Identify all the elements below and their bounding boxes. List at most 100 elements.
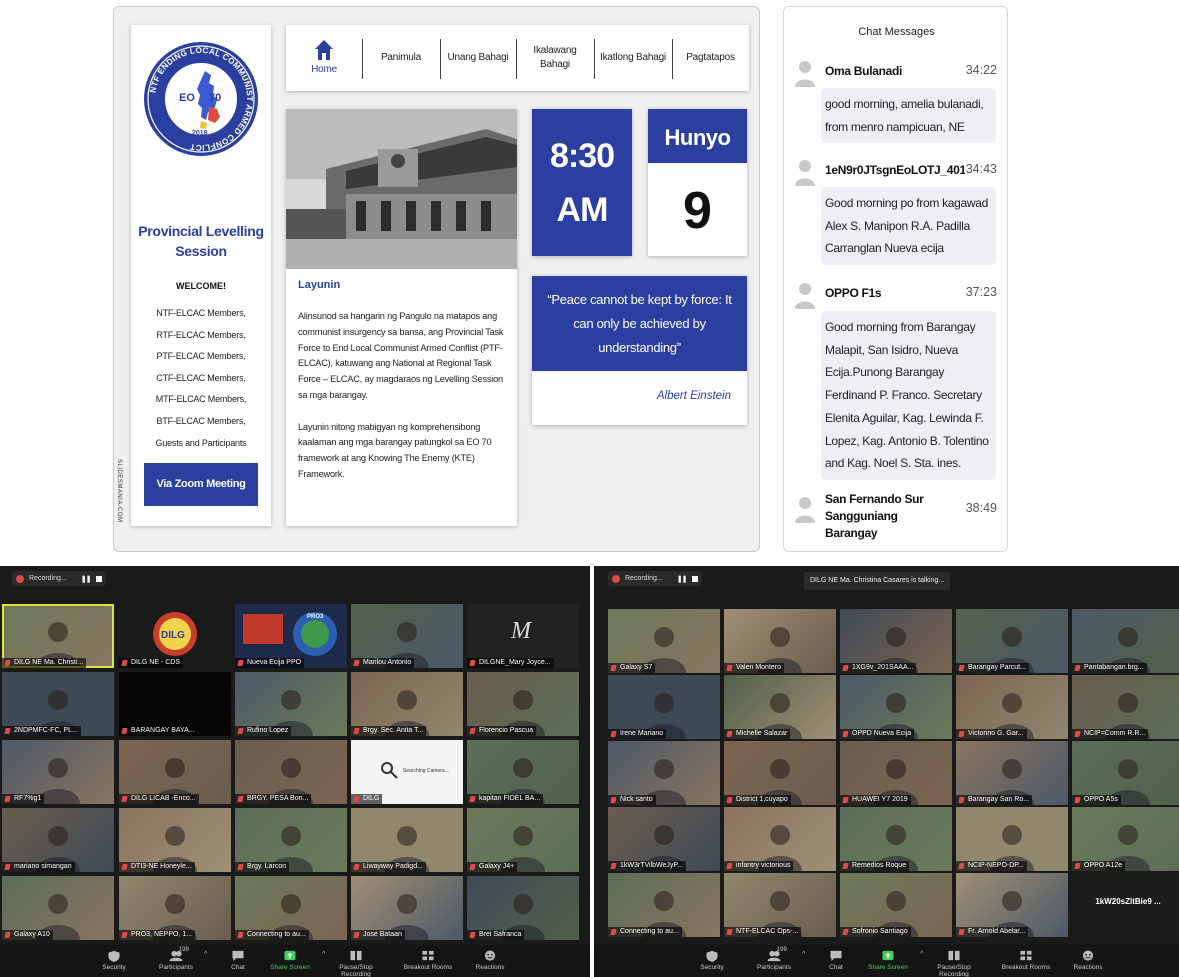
participant-video-tile[interactable]: Rufino Lopez bbox=[235, 672, 347, 736]
participant-video-tile[interactable]: Connecting to au... bbox=[608, 873, 720, 937]
participant-video-tile[interactable]: Connecting to au... bbox=[235, 876, 347, 940]
participant-name: District 1,cuyapo bbox=[724, 795, 791, 805]
security-button[interactable]: Security bbox=[684, 945, 740, 977]
participant-video-tile[interactable]: DILG LICAB -Enco... bbox=[119, 740, 231, 804]
participant-video-tile[interactable]: HUAWEI Y7 2019 bbox=[840, 741, 952, 805]
nav-panimula[interactable]: Panimula bbox=[362, 25, 440, 91]
member-line: PTF-ELCAC Members, bbox=[156, 351, 246, 362]
stop-recording-icon[interactable] bbox=[692, 575, 699, 582]
security-icon bbox=[108, 950, 120, 962]
reactions-button[interactable]: Reactions bbox=[1060, 945, 1116, 977]
participant-video-tile[interactable]: Liwayway Padigd... bbox=[351, 808, 463, 872]
participant-video-tile[interactable]: Galaxy S7 bbox=[608, 609, 720, 673]
security-button[interactable]: Security bbox=[86, 945, 142, 977]
share-caret-icon[interactable]: ^ bbox=[920, 951, 923, 958]
participant-video-tile[interactable]: kapitan FIDEL BA... bbox=[467, 740, 579, 804]
participant-video-tile[interactable]: RF7%g1 bbox=[2, 740, 114, 804]
participant-video-tile[interactable]: M DILGNE_Mary Joyce... bbox=[467, 604, 579, 668]
participant-video-tile[interactable]: District 1,cuyapo bbox=[724, 741, 836, 805]
participant-video-tile[interactable]: NTF-ELCAC Ops-... bbox=[724, 873, 836, 937]
participant-video-tile[interactable]: Searching Camera... DILG bbox=[351, 740, 463, 804]
session-title-line2: Session bbox=[175, 243, 227, 259]
participant-video-tile[interactable]: 1kW20sZltBie9 ... bbox=[1072, 873, 1179, 937]
participant-video-tile[interactable]: DTI3-NE Honeyle... bbox=[119, 808, 231, 872]
chat-button[interactable]: Chat bbox=[210, 945, 266, 977]
participant-video-tile[interactable]: Victorino G. Gar... bbox=[956, 675, 1068, 739]
nav-unang-bahagi[interactable]: Unang Bahagi bbox=[440, 25, 516, 91]
participant-video-tile[interactable]: Marilou Antonio bbox=[351, 604, 463, 668]
participant-video-tile[interactable]: Barangay San Ro... bbox=[956, 741, 1068, 805]
participant-name: HUAWEI Y7 2019 bbox=[840, 795, 911, 805]
nav-home[interactable]: Home bbox=[286, 25, 362, 91]
reactions-icon bbox=[484, 950, 496, 961]
pause-stop-recording-button[interactable]: Pause/Stop Recording bbox=[926, 945, 982, 977]
participant-video-tile[interactable]: DILG DILG NE - CDS bbox=[119, 604, 231, 668]
participant-video-tile[interactable]: Nick santo bbox=[608, 741, 720, 805]
participant-video-tile[interactable]: Galaxy J4+ bbox=[467, 808, 579, 872]
participants-caret-icon[interactable]: ^ bbox=[204, 951, 207, 958]
participant-video-tile[interactable]: Brgy. Larcon bbox=[235, 808, 347, 872]
breakout-rooms-button[interactable]: Breakout Rooms bbox=[400, 945, 456, 977]
participant-video-tile[interactable]: BARANGAY BAYA... bbox=[119, 672, 231, 736]
participant-video-tile[interactable]: OPPD Nueva Ecija bbox=[840, 675, 952, 739]
participant-video-tile[interactable]: NCIP=Comm R.R... bbox=[1072, 675, 1179, 739]
participant-video-tile[interactable]: OPPO A5s bbox=[1072, 741, 1179, 805]
member-line: MTF-ELCAC Members, bbox=[155, 394, 247, 405]
participant-video-tile[interactable]: BRGY. PESA Bon... bbox=[235, 740, 347, 804]
chat-button[interactable]: Chat bbox=[808, 945, 864, 977]
participant-video-tile[interactable]: Brei Safranca bbox=[467, 876, 579, 940]
presentation-slide: NTF ENDING LOCAL COMMUNIST ARMED CONFLIC… bbox=[113, 6, 760, 552]
via-zoom-meeting-button[interactable]: Via Zoom Meeting bbox=[144, 463, 258, 506]
participant-video-tile[interactable]: Fr. Arnold Abelar... bbox=[956, 873, 1068, 937]
participant-video-tile[interactable]: Jose Bataan bbox=[351, 876, 463, 940]
pause-recording-icon[interactable]: ❚❚ bbox=[81, 575, 92, 583]
participant-video-tile[interactable]: PRO3 Nueva Ecija PPO bbox=[235, 604, 347, 668]
participant-video-tile[interactable]: mariano simangan bbox=[2, 808, 114, 872]
participant-video-tile[interactable]: Irene Mariano bbox=[608, 675, 720, 739]
participant-video-tile[interactable]: DILG NE Ma. Christi... bbox=[2, 604, 114, 668]
participant-video-tile[interactable]: 1kW3rTVilbWeJyP... bbox=[608, 807, 720, 871]
participant-video-tile[interactable]: 1XG9v_201SAAA... bbox=[840, 609, 952, 673]
participants-button[interactable]: Participants 199 bbox=[148, 945, 204, 977]
nav-pagtatapos[interactable]: Pagtatapos bbox=[672, 25, 749, 91]
reactions-label: Reactions bbox=[475, 964, 505, 971]
participant-video-tile[interactable]: Florencio Pascua bbox=[467, 672, 579, 736]
participant-video-tile[interactable]: PRO3, NEPPO, 1... bbox=[119, 876, 231, 940]
recording-label: Recording... bbox=[625, 575, 663, 582]
breakout-rooms-button[interactable]: Breakout Rooms bbox=[998, 945, 1054, 977]
participant-video-tile[interactable]: Remedios Roque bbox=[840, 807, 952, 871]
recording-dot-icon bbox=[612, 574, 620, 583]
ntf-elcac-logo: NTF ENDING LOCAL COMMUNIST ARMED CONFLIC… bbox=[144, 42, 258, 156]
participant-video-tile[interactable]: Galaxy A10 bbox=[2, 876, 114, 940]
participant-name: 1XG9v_201SAAA... bbox=[840, 663, 917, 673]
participant-name: OPPD Nueva Ecija bbox=[840, 729, 915, 739]
participant-video-tile[interactable]: Brgy. Sec. Anita T... bbox=[351, 672, 463, 736]
participant-video-tile[interactable]: Barangay Parcut... bbox=[956, 609, 1068, 673]
participants-button[interactable]: Participants 199 bbox=[746, 945, 802, 977]
participant-video-tile[interactable]: Sofronio Santiago bbox=[840, 873, 952, 937]
pause-stop-recording-button[interactable]: Pause/Stop Recording bbox=[328, 945, 384, 977]
layunin-body: Alinsunod sa hangarin ng Pangulo na mata… bbox=[298, 309, 508, 499]
reactions-button[interactable]: Reactions bbox=[462, 945, 518, 977]
share-screen-button[interactable]: Share Screen bbox=[262, 945, 318, 977]
participants-caret-icon[interactable]: ^ bbox=[802, 951, 805, 958]
pause-recording-icon[interactable]: ❚❚ bbox=[677, 575, 688, 583]
participant-video-tile[interactable]: Pantabangan.brg... bbox=[1072, 609, 1179, 673]
share-icon bbox=[284, 950, 296, 961]
participant-video-tile[interactable]: Valen Montero bbox=[724, 609, 836, 673]
participant-video-tile[interactable]: infantry victorious bbox=[724, 807, 836, 871]
slidesmania-watermark: SLIDESMANIA.COM bbox=[116, 459, 122, 523]
participant-name-large: 1kW20sZltBie9 ... bbox=[1095, 897, 1161, 906]
stop-recording-icon[interactable] bbox=[96, 575, 103, 582]
share-caret-icon[interactable]: ^ bbox=[322, 951, 325, 958]
participant-video-tile[interactable]: NCIP-NEPO-DP... bbox=[956, 807, 1068, 871]
participant-video-tile[interactable]: OPPO A12e bbox=[1072, 807, 1179, 871]
participant-name: Valen Montero bbox=[724, 663, 785, 673]
nav-ikatlong-bahagi[interactable]: Ikatlong Bahagi bbox=[594, 25, 672, 91]
recording-indicator: Recording... ❚❚ bbox=[12, 571, 107, 586]
participant-video-tile[interactable]: 2NDPMFC-FC, PL... bbox=[2, 672, 114, 736]
nav-ikalawang-bahagi[interactable]: Ikalawang Bahagi bbox=[516, 25, 594, 91]
participant-video-tile[interactable]: Michelle Salazar bbox=[724, 675, 836, 739]
share-screen-button[interactable]: Share Screen bbox=[860, 945, 916, 977]
chat-time: 34:43 bbox=[965, 162, 997, 176]
